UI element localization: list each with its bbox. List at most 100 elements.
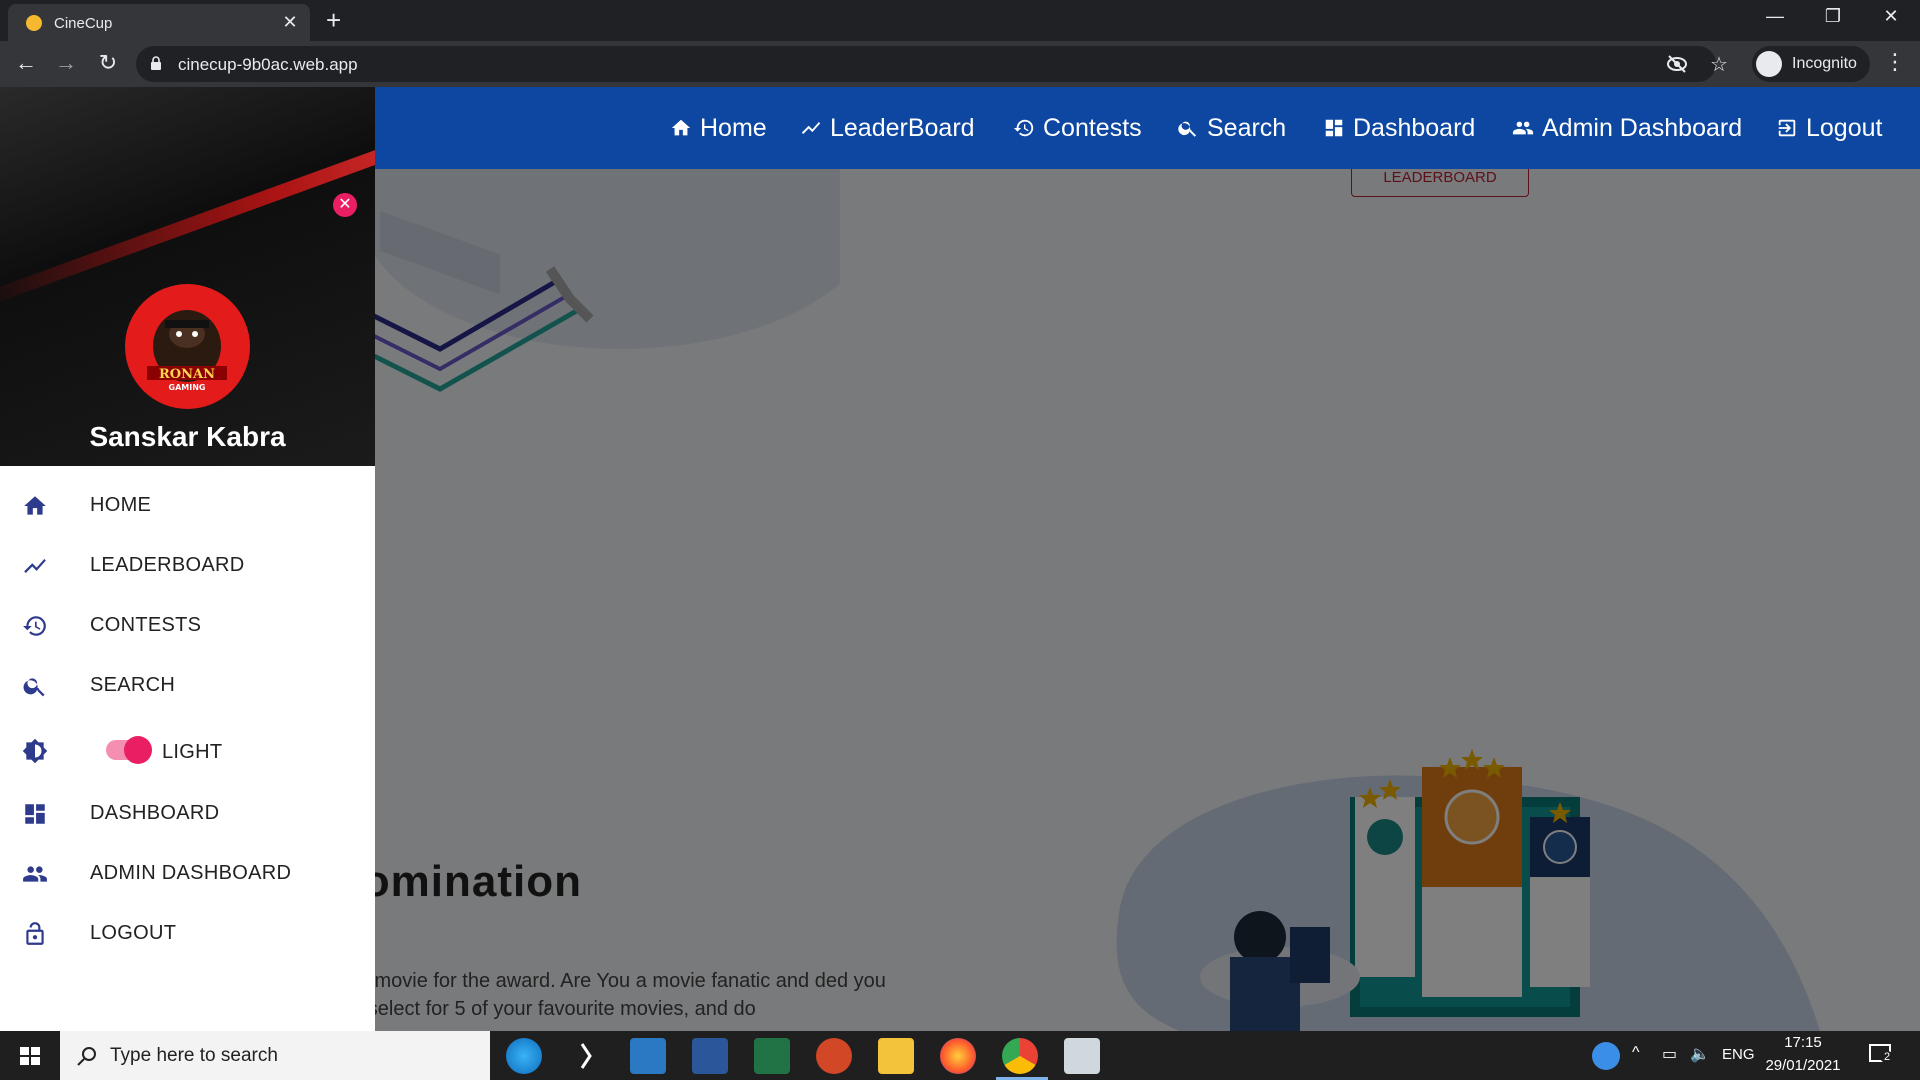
taskbar-search-box[interactable]: Type here to search — [60, 1031, 490, 1080]
drawer-item-logout[interactable]: LOGOUT — [0, 908, 375, 958]
nav-contests-label: Contests — [1043, 113, 1142, 142]
theme-toggle-knob[interactable] — [124, 736, 152, 764]
nav-search-label: Search — [1207, 113, 1287, 142]
nav-logout-label: Logout — [1806, 113, 1883, 142]
side-drawer: RONAN GAMING Sanskar Kabra ✕ HOME LEADER… — [0, 87, 375, 1031]
address-bar[interactable]: cinecup-9b0ac.web.app ☆ — [136, 46, 1728, 82]
word-icon[interactable] — [692, 1038, 728, 1074]
logout-icon — [1778, 119, 1796, 137]
restore-button[interactable]: ❐ — [1810, 6, 1856, 27]
firefox-icon[interactable] — [940, 1038, 976, 1074]
app-icon[interactable] — [568, 1038, 604, 1074]
taskbar-search-placeholder: Type here to search — [110, 1045, 278, 1066]
clock-date[interactable]: 29/01/2021 — [1760, 1057, 1846, 1074]
edge-icon[interactable] — [506, 1038, 542, 1074]
lock-icon — [26, 922, 44, 945]
minimize-button[interactable]: — — [1752, 6, 1798, 27]
cinecup-favicon-icon — [26, 15, 42, 31]
home-icon — [671, 119, 691, 136]
file-explorer-icon[interactable] — [878, 1038, 914, 1074]
nav-leaderboard[interactable]: LeaderBoard — [800, 111, 975, 145]
tab-close-icon[interactable]: ✕ — [280, 12, 300, 32]
theme-toggle-label: LIGHT — [162, 741, 223, 763]
drawer-item-label: SEARCH — [90, 674, 176, 696]
drawer-item-label: CONTESTS — [90, 614, 202, 636]
drawer-item-leaderboard[interactable]: LEADERBOARD — [0, 540, 375, 590]
trending-icon — [24, 558, 46, 574]
avatar-logo-text-bottom: GAMING — [169, 383, 206, 392]
windows-start-icon[interactable] — [0, 1031, 60, 1080]
reload-icon[interactable]: ↻ — [94, 51, 122, 75]
url-text: cinecup-9b0ac.web.app — [178, 55, 358, 74]
store-icon[interactable] — [630, 1038, 666, 1074]
browser-tab[interactable]: CineCup ✕ — [8, 4, 310, 41]
windows-taskbar: Type here to search ^ ▭ 🔈 ENG 17:15 29/0… — [0, 1031, 1920, 1080]
volume-icon[interactable]: 🔈 — [1690, 1044, 1710, 1064]
people-icon — [23, 866, 47, 882]
nav-contests[interactable]: Contests — [1013, 111, 1142, 145]
drawer-item-theme: LIGHT — [0, 723, 375, 779]
browser-menu-icon[interactable]: ⋮ — [1884, 49, 1906, 75]
header-decoration — [0, 118, 375, 310]
search-icon — [23, 678, 45, 697]
drawer-item-dashboard[interactable]: DASHBOARD — [0, 788, 375, 838]
people-icon — [1512, 121, 1534, 135]
history-icon — [23, 616, 46, 636]
notification-count: 2 — [1880, 1051, 1894, 1063]
chrome-icon[interactable] — [1002, 1038, 1038, 1074]
search-icon — [77, 1047, 96, 1066]
nav-admin-dashboard-label: Admin Dashboard — [1542, 113, 1743, 142]
drawer-item-label: DASHBOARD — [90, 802, 220, 824]
excel-icon[interactable] — [754, 1038, 790, 1074]
incognito-label: Incognito — [1792, 55, 1857, 72]
dashboard-icon — [25, 804, 45, 824]
help-icon[interactable] — [1592, 1042, 1620, 1070]
eye-off-icon[interactable] — [1666, 54, 1688, 74]
nav-leaderboard-label: LeaderBoard — [830, 113, 975, 142]
dashboard-icon — [1325, 119, 1343, 137]
search-icon — [1178, 121, 1197, 137]
lock-icon — [151, 56, 161, 70]
clock-time[interactable]: 17:15 — [1760, 1034, 1846, 1051]
browser-toolbar: ← → ↻ cinecup-9b0ac.web.app ☆ Incognito … — [0, 41, 1920, 87]
page-viewport: LEADERBOARD Nomination urite movie for t… — [0, 87, 1920, 1031]
bookmark-star-icon[interactable]: ☆ — [1710, 52, 1728, 77]
nav-dashboard[interactable]: Dashboard — [1323, 111, 1475, 145]
tray-chevron-icon[interactable]: ^ — [1632, 1044, 1640, 1062]
powerpoint-icon[interactable] — [816, 1038, 852, 1074]
incognito-icon — [1756, 51, 1782, 77]
user-name: Sanskar Kabra — [89, 421, 286, 452]
drawer-item-contests[interactable]: CONTESTS — [0, 600, 375, 650]
drawer-item-label: HOME — [90, 494, 152, 516]
notifications-icon[interactable]: 2 — [1868, 1043, 1894, 1067]
battery-icon[interactable]: ▭ — [1662, 1044, 1677, 1064]
drawer-item-label: ADMIN DASHBOARD — [90, 862, 292, 884]
nav-search[interactable]: Search — [1177, 111, 1286, 145]
nav-home[interactable]: Home — [670, 111, 767, 145]
nav-logout[interactable]: Logout — [1776, 111, 1882, 145]
incognito-chip[interactable]: Incognito — [1752, 46, 1870, 82]
close-window-button[interactable]: ✕ — [1868, 6, 1914, 27]
browser-tab-bar: CineCup ✕ + — ❐ ✕ — [0, 0, 1920, 41]
back-icon[interactable]: ← — [12, 51, 40, 75]
avatar-logo-text-top: RONAN — [159, 367, 215, 382]
brightness-icon — [22, 738, 48, 764]
new-tab-button[interactable]: + — [326, 6, 341, 34]
drawer-header: RONAN GAMING Sanskar Kabra — [0, 87, 375, 466]
input-language[interactable]: ENG — [1722, 1046, 1755, 1063]
trending-icon — [801, 122, 821, 134]
drawer-item-label: LOGOUT — [90, 922, 177, 944]
avatar: RONAN GAMING — [125, 284, 250, 409]
tab-title: CineCup — [54, 15, 113, 32]
nav-home-label: Home — [700, 113, 767, 142]
drawer-item-label: LEADERBOARD — [90, 554, 245, 576]
drawer-item-admin-dashboard[interactable]: ADMIN DASHBOARD — [0, 848, 375, 898]
nav-admin-dashboard[interactable]: Admin Dashboard — [1512, 111, 1742, 145]
forward-icon[interactable]: → — [52, 51, 80, 75]
drawer-item-home[interactable]: HOME — [0, 480, 375, 530]
home-icon — [24, 496, 46, 515]
drawer-close-icon[interactable]: ✕ — [333, 193, 357, 217]
drawer-item-search[interactable]: SEARCH — [0, 660, 375, 710]
nav-dashboard-label: Dashboard — [1353, 113, 1476, 142]
remote-icon[interactable] — [1064, 1038, 1100, 1074]
